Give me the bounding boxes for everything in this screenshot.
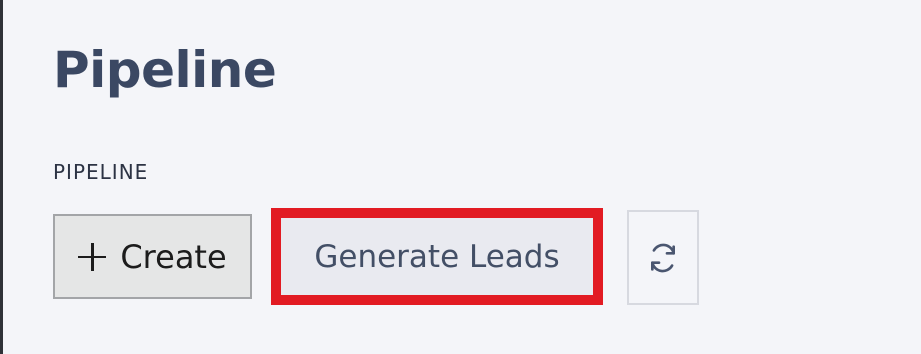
page-title: Pipeline xyxy=(53,41,277,99)
plus-icon xyxy=(78,242,107,271)
refresh-icon xyxy=(647,242,679,274)
create-button[interactable]: Create xyxy=(53,214,252,299)
section-label: PIPELINE xyxy=(53,160,149,184)
refresh-button[interactable] xyxy=(627,210,699,305)
generate-leads-highlight: Generate Leads xyxy=(271,208,603,305)
create-button-label: Create xyxy=(120,237,227,276)
generate-leads-button[interactable]: Generate Leads xyxy=(281,218,593,295)
generate-leads-label: Generate Leads xyxy=(314,238,560,275)
pipeline-page: Pipeline PIPELINE Create Generate Leads xyxy=(3,0,921,354)
